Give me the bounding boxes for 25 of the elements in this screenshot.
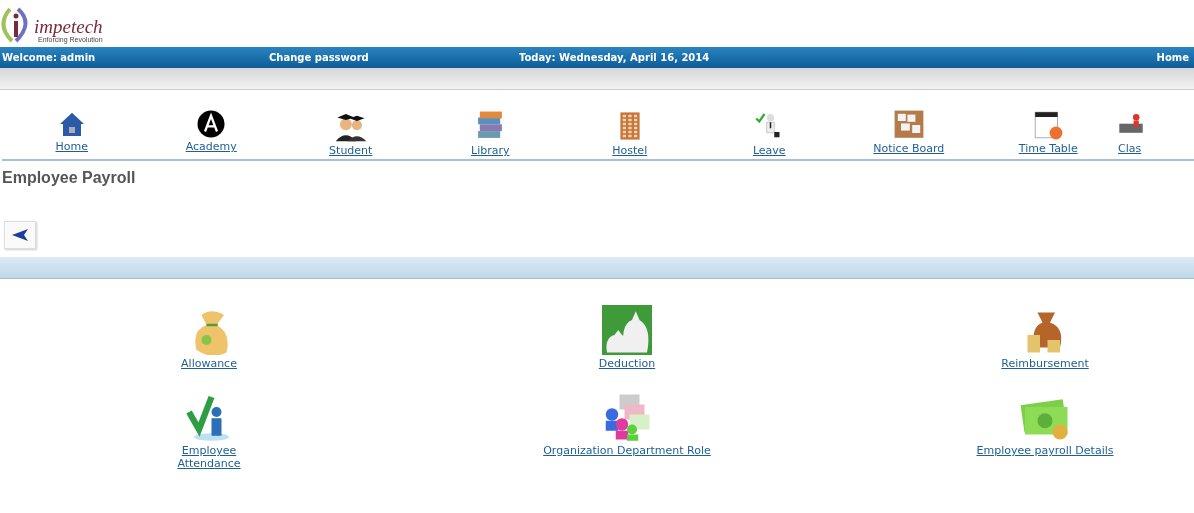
nav-link[interactable]: Academy — [141, 109, 281, 159]
letter-circle-icon — [196, 109, 227, 139]
module-link[interactable]: Organization Department Role — [418, 392, 836, 470]
welcome-text: Welcome: admin — [2, 52, 97, 63]
nav-link[interactable]: Notice Board — [839, 109, 979, 159]
change-password-link[interactable]: Change password — [269, 52, 519, 63]
nav-link[interactable]: Home — [2, 109, 142, 159]
nav-link[interactable]: Library — [420, 109, 560, 159]
module-link[interactable]: Reimbursement — [836, 305, 1194, 370]
nav-link[interactable]: Leave — [699, 109, 839, 159]
nav-link[interactable]: Student — [281, 109, 421, 159]
module-link[interactable]: Employee Attendance — [0, 392, 418, 470]
page-title: Employee Payroll — [2, 169, 137, 187]
date-text: Today: Wednesday, April 16, 2014 — [519, 52, 711, 63]
module-link[interactable]: Deduction — [418, 305, 836, 370]
nav-link[interactable]: Hostel — [560, 109, 700, 159]
module-link[interactable]: Employee payroll Details — [836, 392, 1194, 470]
back-arrow-icon — [12, 229, 28, 241]
back-button[interactable] — [4, 221, 36, 249]
nav-link[interactable]: Clas — [1118, 109, 1194, 159]
calendar-icon — [1032, 109, 1065, 141]
nav-link[interactable]: Time Table — [978, 109, 1118, 159]
home-link[interactable]: Home — [1156, 52, 1189, 63]
notice-board-icon — [892, 109, 925, 141]
module-link[interactable]: Allowance — [0, 305, 418, 370]
